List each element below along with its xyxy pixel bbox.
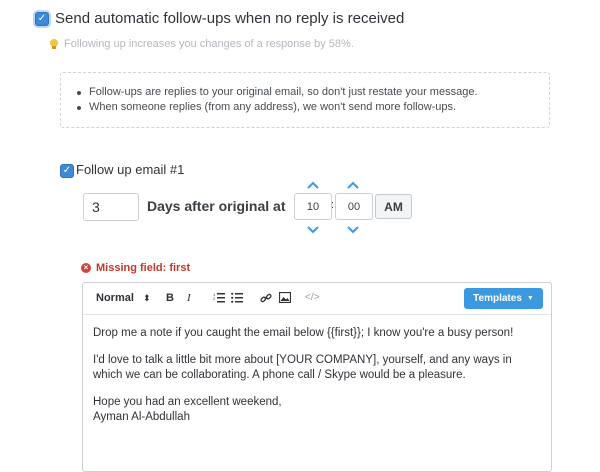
editor-toolbar: Normal ⬍ B I 1 2 </> Templates ▼: [83, 283, 551, 315]
missing-field-error: × Missing field: first: [81, 262, 190, 274]
time-separator: :: [331, 199, 335, 211]
missing-field-text: Missing field: first: [96, 262, 191, 274]
templates-button-label: Templates: [473, 293, 522, 304]
days-after-label: Days after original at: [147, 198, 286, 214]
followup1-label: Follow up email #1: [76, 162, 185, 177]
followup-tip: Following up increases you changes of a …: [50, 38, 354, 50]
format-select[interactable]: Normal ⬍: [96, 292, 151, 304]
italic-button[interactable]: I: [187, 292, 191, 304]
hour-down-chevron-icon[interactable]: [307, 226, 319, 234]
followup1-checkbox[interactable]: ✓: [60, 164, 74, 178]
hour-input[interactable]: 10: [294, 193, 332, 220]
body-signature: Ayman Al-Abdullah: [93, 411, 190, 423]
check-icon: ✓: [37, 13, 47, 24]
minute-input[interactable]: 00: [335, 193, 373, 220]
info-item: Follow-ups are replies to your original …: [77, 85, 535, 100]
body-paragraph: Drop me a note if you caught the email b…: [93, 327, 514, 339]
updown-caret-icon: ⬍: [142, 293, 151, 303]
minute-down-chevron-icon[interactable]: [347, 226, 359, 234]
code-icon[interactable]: </>: [305, 292, 319, 303]
followup-info-box: Follow-ups are replies to your original …: [60, 72, 550, 128]
tip-text: Following up increases you changes of a …: [64, 38, 354, 50]
info-item: When someone replies (from any address),…: [77, 100, 535, 115]
lightbulb-icon: [50, 38, 58, 50]
email-editor: Normal ⬍ B I 1 2 </> Templates ▼ Drop me…: [82, 282, 552, 472]
body-paragraph: I'd love to talk a little bit more about…: [93, 354, 512, 381]
error-icon: ×: [81, 263, 91, 273]
bullet-list-icon[interactable]: [231, 292, 243, 306]
email-body[interactable]: Drop me a note if you caught the email b…: [93, 326, 541, 425]
image-icon[interactable]: [278, 291, 292, 306]
check-icon: ✓: [62, 165, 72, 176]
auto-followups-checkbox[interactable]: ✓: [35, 12, 49, 26]
auto-followups-label: Send automatic follow-ups when no reply …: [55, 10, 405, 27]
ampm-toggle-button[interactable]: AM: [375, 194, 412, 219]
ordered-list-icon[interactable]: 1 2: [213, 292, 225, 306]
link-icon[interactable]: [260, 292, 272, 307]
svg-text:2: 2: [213, 296, 216, 301]
caret-down-icon: ▼: [526, 295, 534, 302]
templates-button[interactable]: Templates ▼: [464, 288, 543, 309]
body-paragraph: Hope you had an excellent weekend,: [93, 396, 282, 408]
format-select-value: Normal: [96, 292, 134, 304]
bold-button[interactable]: B: [166, 292, 174, 304]
days-input[interactable]: 3: [83, 193, 139, 221]
minute-up-chevron-icon[interactable]: [347, 181, 359, 189]
hour-up-chevron-icon[interactable]: [307, 181, 319, 189]
